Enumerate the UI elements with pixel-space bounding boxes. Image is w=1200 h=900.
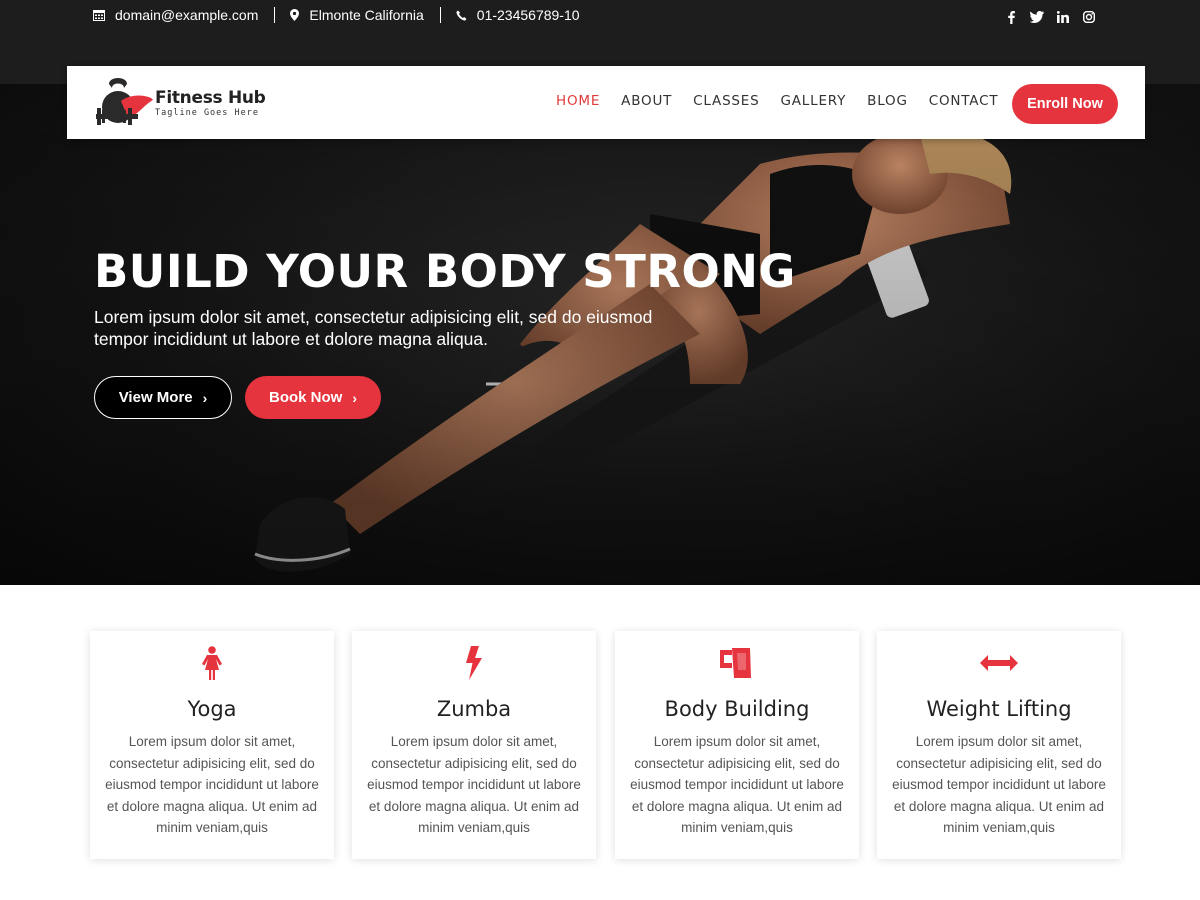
contact-info: domain@example.com Elmonte California 01… (93, 6, 596, 24)
feature-text: Lorem ipsum dolor sit amet, consectetur … (630, 734, 844, 835)
nav-about[interactable]: ABOUT (621, 93, 672, 109)
arrows-horizontal-icon (877, 645, 1121, 681)
map-pin-icon (290, 9, 300, 21)
site-logo[interactable]: Fitness Hub Tagline Goes Here (93, 74, 266, 132)
calendar-icon (93, 10, 105, 21)
main-header: Fitness Hub Tagline Goes Here HOME ABOUT… (67, 66, 1145, 139)
feature-text: Lorem ipsum dolor sit amet, consectetur … (105, 734, 319, 835)
view-more-button[interactable]: View More › (94, 376, 232, 419)
location-item: Elmonte California (274, 7, 439, 23)
chevron-right-icon: › (202, 389, 208, 406)
female-figure-icon (90, 645, 334, 681)
feature-text: Lorem ipsum dolor sit amet, consectetur … (367, 734, 581, 835)
feature-text: Lorem ipsum dolor sit amet, consectetur … (892, 734, 1106, 835)
logo-name: Fitness Hub (155, 87, 266, 108)
twitter-icon[interactable] (1024, 8, 1050, 26)
kettlebell-logo-icon (96, 78, 153, 125)
email-text: domain@example.com (115, 7, 259, 23)
linkedin-icon[interactable] (1050, 8, 1076, 26)
nav-blog[interactable]: BLOG (867, 93, 908, 109)
main-nav: HOME ABOUT CLASSES GALLERY BLOG CONTACT (556, 93, 1019, 109)
nav-home[interactable]: HOME (556, 93, 600, 109)
hero-title: BUILD YOUR BODY STRONG (94, 245, 796, 298)
social-links (998, 8, 1102, 26)
book-now-label: Book Now (268, 389, 343, 406)
logo-text: Fitness Hub Tagline Goes Here (155, 88, 266, 119)
feature-title: Yoga (187, 697, 237, 721)
view-more-label: View More (118, 389, 193, 406)
feature-card-zumba: Zumba Lorem ipsum dolor sit amet, consec… (352, 631, 596, 859)
book-now-button[interactable]: Book Now › (245, 376, 381, 419)
hero-subtitle: Lorem ipsum dolor sit amet, consectetur … (94, 307, 653, 349)
facebook-icon[interactable] (998, 8, 1024, 26)
feature-title: Zumba (436, 697, 512, 721)
nav-classes[interactable]: CLASSES (693, 93, 759, 109)
feature-card-yoga: Yoga Lorem ipsum dolor sit amet, consect… (90, 631, 334, 859)
feature-card-weight-lifting: Weight Lifting Lorem ipsum dolor sit ame… (877, 631, 1121, 859)
location-text: Elmonte California (309, 7, 424, 23)
phone-item[interactable]: 01-23456789-10 (439, 7, 596, 23)
bolt-icon (352, 645, 596, 681)
mug-icon (615, 645, 859, 681)
feature-card-body-building: Body Building Lorem ipsum dolor sit amet… (615, 631, 859, 859)
instagram-icon[interactable] (1076, 8, 1102, 26)
email-item[interactable]: domain@example.com (93, 7, 274, 23)
feature-title: Weight Lifting (926, 697, 1072, 721)
chevron-right-icon: › (352, 389, 357, 406)
nav-gallery[interactable]: GALLERY (781, 93, 847, 109)
enroll-now-button[interactable]: Enroll Now (1012, 84, 1118, 124)
phone-icon (456, 10, 467, 21)
hero-banner: BUILD YOUR BODY STRONG Lorem ipsum dolor… (0, 84, 1200, 585)
nav-contact[interactable]: CONTACT (929, 93, 999, 109)
feature-title: Body Building (664, 697, 810, 721)
phone-text: 01-23456789-10 (476, 7, 580, 23)
logo-tagline: Tagline Goes Here (155, 107, 259, 118)
